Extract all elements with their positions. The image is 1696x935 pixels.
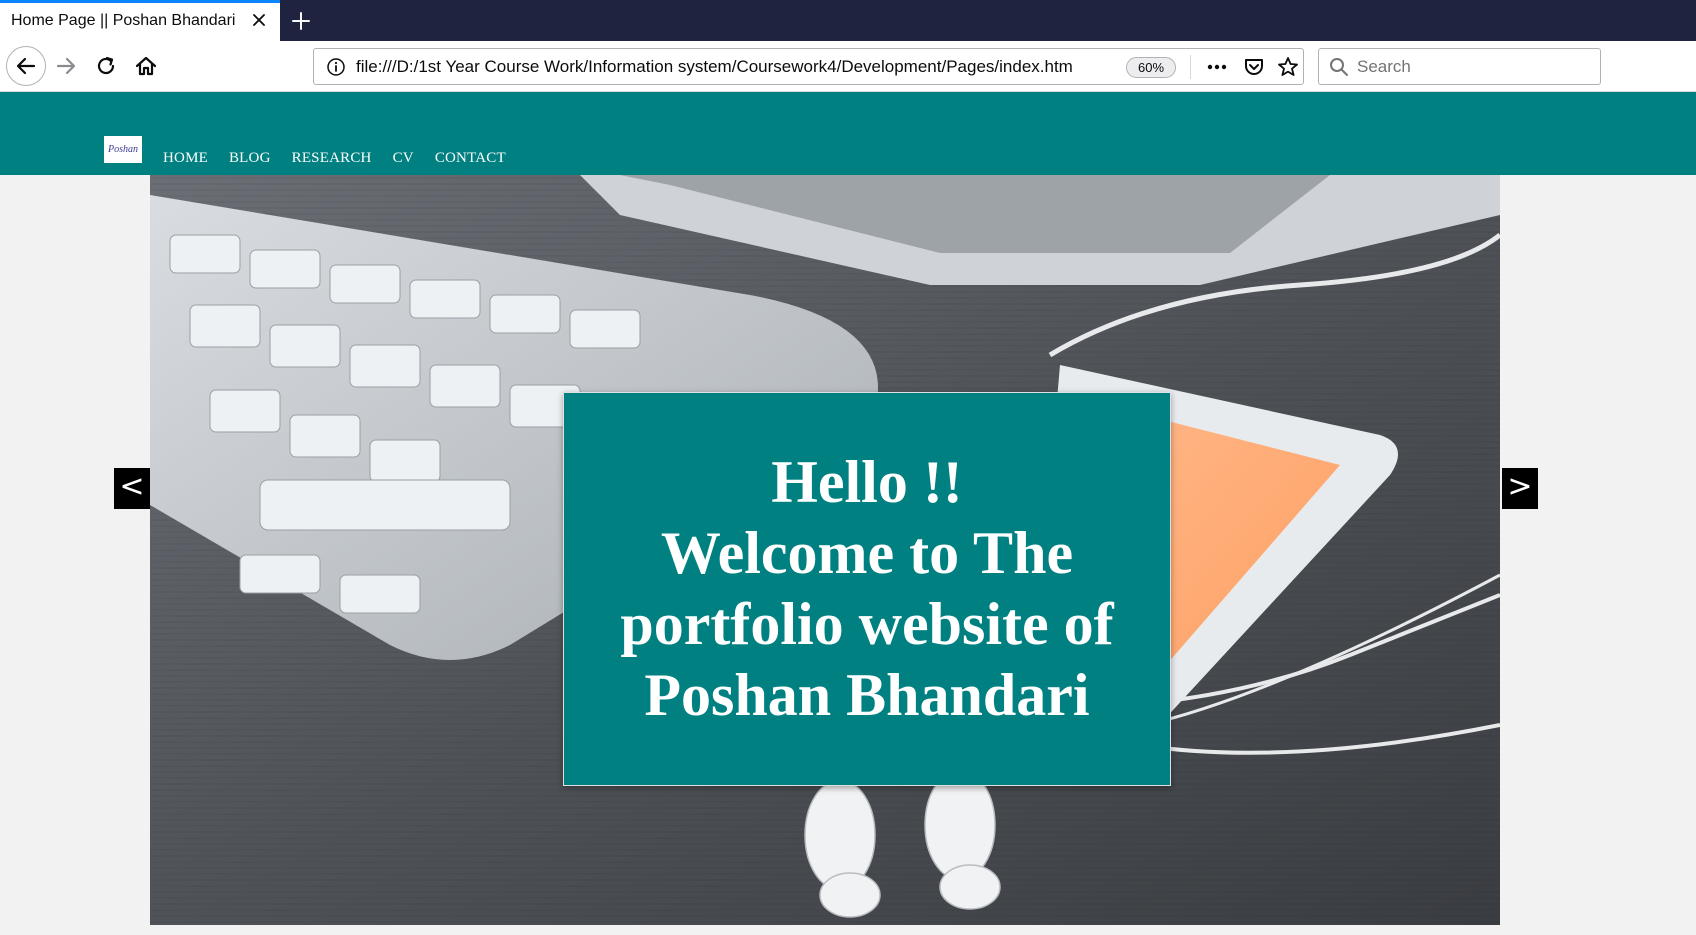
url-bar[interactable]: file:///D:/1st Year Course Work/Informat… [313, 48, 1304, 85]
welcome-heading: Hello !! Welcome to The portfolio websit… [620, 447, 1113, 731]
url-bar-divider [1190, 55, 1191, 79]
nav-blog[interactable]: BLOG [229, 150, 271, 167]
nav-cv[interactable]: CV [393, 150, 414, 167]
more-dots-icon[interactable] [1204, 55, 1230, 79]
site-logo[interactable]: Poshan [104, 136, 142, 163]
url-text[interactable]: file:///D:/1st Year Course Work/Informat… [356, 57, 1076, 77]
slider-next-button[interactable]: > [1502, 468, 1538, 509]
reload-button[interactable] [88, 48, 124, 84]
tab-title: Home Page || Poshan Bhandari [11, 12, 236, 29]
welcome-line-4: Poshan Bhandari [644, 662, 1090, 728]
browser-tab-strip: Home Page || Poshan Bhandari [0, 0, 1696, 41]
browser-toolbar: file:///D:/1st Year Course Work/Informat… [0, 41, 1696, 92]
zoom-level-badge[interactable]: 60% [1126, 57, 1176, 78]
welcome-line-3: portfolio website of [620, 591, 1114, 657]
back-button[interactable] [6, 46, 46, 86]
info-icon[interactable] [326, 57, 346, 77]
nav-home[interactable]: HOME [163, 150, 208, 167]
search-icon [1329, 57, 1349, 77]
forward-button[interactable] [48, 48, 84, 84]
plus-icon[interactable] [290, 10, 312, 32]
site-header: Poshan HOME BLOG RESEARCH CV CONTACT [0, 92, 1696, 175]
pocket-icon[interactable] [1242, 55, 1266, 79]
logo-text: Poshan [108, 144, 138, 155]
back-arrow-icon [14, 54, 38, 78]
welcome-line-1: Hello !! [771, 449, 963, 515]
browser-tab-active[interactable]: Home Page || Poshan Bhandari [0, 0, 280, 41]
search-bar[interactable] [1318, 48, 1601, 85]
slider-prev-button[interactable]: < [114, 468, 150, 509]
nav-contact[interactable]: CONTACT [435, 150, 506, 167]
home-icon [134, 54, 158, 78]
nav-research[interactable]: RESEARCH [292, 150, 372, 167]
reload-icon [94, 54, 118, 78]
forward-arrow-icon [54, 54, 78, 78]
close-icon[interactable] [250, 11, 268, 29]
site-nav: HOME BLOG RESEARCH CV CONTACT [163, 150, 527, 167]
star-icon[interactable] [1276, 55, 1300, 79]
home-button[interactable] [128, 48, 164, 84]
welcome-line-2: Welcome to The [660, 520, 1074, 586]
search-input[interactable] [1357, 49, 1595, 84]
welcome-banner: Hello !! Welcome to The portfolio websit… [563, 392, 1171, 786]
